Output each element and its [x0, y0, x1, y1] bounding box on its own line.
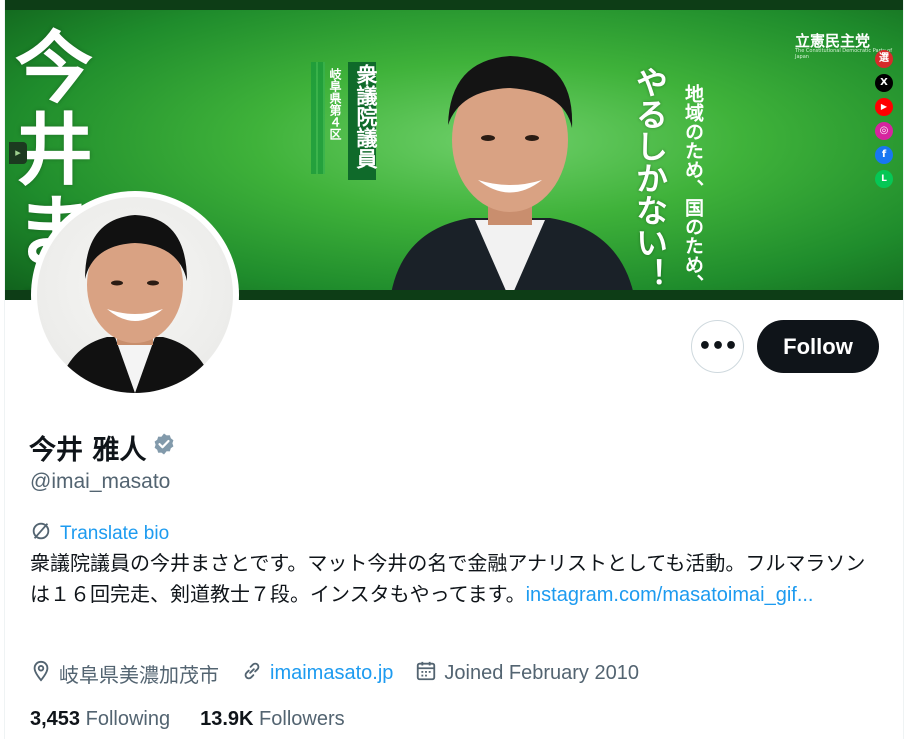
website-link[interactable]: imaimasato.jp: [270, 662, 393, 685]
followers-label: Followers: [259, 708, 345, 730]
avatar-photo: [37, 197, 233, 393]
banner-slogan-main: やるしかない！: [631, 66, 669, 290]
joined-date: Joined February 2010: [444, 662, 639, 684]
banner-slogan-sub: 地域のため、国のため、: [682, 84, 704, 293]
display-name: 今井 雅人: [29, 435, 147, 466]
frame-right-border: [903, 0, 904, 739]
instagram-icon: ◎: [875, 122, 893, 140]
x-icon: X: [875, 74, 893, 92]
banner-decoration: [311, 62, 325, 174]
location-pin-icon: [30, 660, 52, 687]
translate-icon: [30, 520, 52, 548]
location-text: 岐阜県美濃加茂市: [59, 663, 219, 687]
link-icon: [241, 660, 263, 687]
bio-text: 衆議院議員の今井まさとです。マット今井の名で金融アナリストとしても活動。フルマラ…: [30, 548, 880, 611]
following-count: 3,453: [30, 708, 81, 730]
profile-meta-row: 岐阜県美濃加茂市 imaimasato.jp Joined February 2…: [30, 659, 661, 688]
calendar-icon: [415, 660, 437, 687]
banner-district: 岐阜県第４区: [328, 68, 342, 140]
politician-photo: [390, 56, 635, 300]
user-handle: @imai_masato: [30, 470, 171, 493]
location-item: 岐阜県美濃加茂市: [30, 659, 219, 688]
translate-bio-label: Translate bio: [60, 523, 170, 544]
banner-top-strip: [5, 0, 903, 10]
translate-bio-button[interactable]: Translate bio: [30, 520, 169, 548]
following-link[interactable]: 3,453 Following: [30, 708, 170, 731]
display-name-row: 今井 雅人: [29, 428, 176, 467]
following-label: Following: [85, 708, 171, 730]
follow-stats: 3,453 Following 13.9K Followers: [30, 708, 375, 731]
followers-count: 13.9K: [200, 708, 254, 730]
banner-side-tab-icon: ▸: [9, 142, 27, 164]
website-item[interactable]: imaimasato.jp: [241, 660, 393, 687]
follow-button[interactable]: Follow: [757, 320, 879, 373]
senkyo-icon: 選: [875, 50, 893, 68]
followers-link[interactable]: 13.9K Followers: [200, 708, 345, 731]
youtube-icon: ▶: [875, 98, 893, 116]
avatar-portrait: [57, 215, 215, 393]
facebook-icon: f: [875, 146, 893, 164]
bio-link[interactable]: instagram.com/masatoimai_gif...: [526, 584, 814, 606]
joined-item: Joined February 2010: [415, 660, 639, 687]
verified-badge-icon[interactable]: [152, 432, 176, 463]
more-options-button[interactable]: •••: [691, 320, 744, 373]
line-icon: L: [875, 170, 893, 188]
avatar[interactable]: [31, 191, 239, 399]
